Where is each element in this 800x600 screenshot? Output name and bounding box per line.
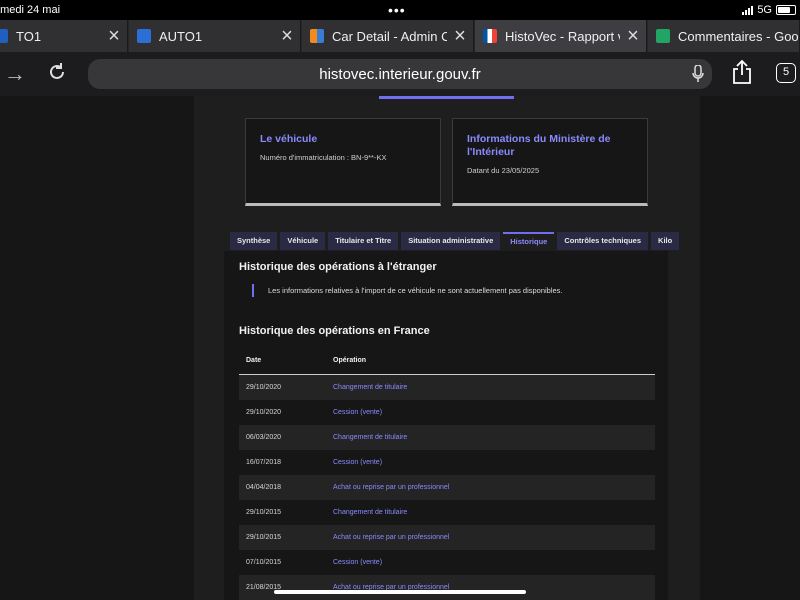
- browser-tab-title: Commentaires - Goog: [678, 28, 799, 44]
- status-indicators: 5G: [742, 4, 796, 16]
- table-row: 21/08/2015 Achat ou reprise par un profes…: [239, 575, 655, 600]
- favicon-icon: [656, 29, 670, 43]
- tab-synthese[interactable]: Synthèse: [230, 232, 278, 250]
- row-operation-link[interactable]: Cession (vente): [333, 459, 655, 466]
- status-bar: amedi 24 mai ••• 5G: [0, 0, 800, 20]
- row-date: 07/10/2015: [246, 559, 282, 566]
- row-operation-link[interactable]: Cession (vente): [333, 409, 655, 416]
- card-text: Numéro d'immatriculation : BN-9**-KX: [260, 153, 387, 162]
- row-operation-link[interactable]: Changement de titulaire: [333, 434, 655, 441]
- microphone-icon[interactable]: [692, 65, 704, 82]
- foreign-history-notice: Les informations relatives à l'import de…: [252, 284, 563, 297]
- operations-table: Date Opération 29/10/2020 Changement de t…: [239, 346, 655, 600]
- favicon-icon: [0, 29, 8, 43]
- report-tabs: Synthèse Véhicule Titulaire et Titre Sit…: [230, 232, 706, 250]
- row-operation-link[interactable]: Changement de titulaire: [333, 384, 655, 391]
- row-date: 29/10/2015: [246, 534, 282, 541]
- tab-controles-techniques[interactable]: Contrôles techniques: [557, 232, 649, 250]
- card-text: Datant du 23/05/2025: [467, 166, 540, 175]
- vehicle-card: Le véhicule Numéro d'immatriculation : B…: [245, 118, 441, 206]
- tab-historique[interactable]: Historique: [503, 232, 555, 250]
- ministry-card: Informations du Ministère de l'Intérieur…: [452, 118, 648, 206]
- home-indicator[interactable]: [274, 590, 526, 594]
- card-title: Informations du Ministère de l'Intérieur: [467, 133, 611, 158]
- close-tab-icon[interactable]: ×: [274, 20, 300, 52]
- table-row: 29/10/2015 Achat ou reprise par un profes…: [239, 525, 655, 550]
- foreign-history-title: Historique des opérations à l'étranger: [239, 261, 437, 273]
- favicon-icon: [137, 29, 151, 43]
- table-row: 29/10/2020 Cession (vente): [239, 400, 655, 425]
- row-date: 06/03/2020: [246, 434, 282, 441]
- browser-tab-title: HistoVec - Rapport ve: [505, 28, 620, 44]
- table-row: 29/10/2015 Changement de titulaire: [239, 500, 655, 525]
- browser-tab-auto1[interactable]: AUTO1 ×: [129, 20, 301, 52]
- table-row: 06/03/2020 Changement de titulaire: [239, 425, 655, 450]
- tab-kilometrage[interactable]: Kilo: [651, 232, 680, 250]
- close-tab-icon[interactable]: ×: [101, 20, 127, 52]
- reload-icon[interactable]: [46, 61, 68, 89]
- table-body: 29/10/2020 Changement de titulaire 29/10/…: [239, 375, 655, 600]
- url-text: histovec.interieur.gouv.fr: [319, 66, 481, 83]
- browser-tab-title: Car Detail - Admin Cen: [332, 28, 447, 44]
- row-date: 29/10/2020: [246, 384, 282, 391]
- network-type: 5G: [757, 4, 772, 16]
- tab-vehicule[interactable]: Véhicule: [280, 232, 326, 250]
- card-title: Le véhicule: [260, 133, 318, 145]
- browser-tab-title: AUTO1: [159, 28, 203, 44]
- page-content: Le véhicule Numéro d'immatriculation : B…: [194, 96, 700, 600]
- tab-count-button[interactable]: 5: [776, 63, 796, 83]
- browser-tab-histovec[interactable]: HistoVec - Rapport ve ×: [475, 20, 647, 52]
- favicon-icon: [483, 29, 497, 43]
- table-header: Date Opération: [239, 346, 655, 375]
- france-history-title: Historique des opérations en France: [239, 325, 430, 337]
- forward-arrow-icon[interactable]: →: [4, 61, 26, 87]
- favicon-icon: [310, 29, 324, 43]
- row-date: 16/07/2018: [246, 459, 282, 466]
- battery-icon: [776, 5, 796, 15]
- column-header-date: Date: [246, 356, 262, 364]
- table-row: 16/07/2018 Cession (vente): [239, 450, 655, 475]
- column-header-operation: Opération: [333, 356, 367, 364]
- multitasking-dots[interactable]: •••: [388, 2, 406, 18]
- row-date: 04/04/2018: [246, 484, 282, 491]
- historique-panel: Historique des opérations à l'étranger L…: [224, 251, 668, 600]
- signal-icon: [742, 5, 754, 15]
- toolbar: → histovec.interieur.gouv.fr: [0, 52, 800, 96]
- table-row: 04/04/2018 Achat ou reprise par un profes…: [239, 475, 655, 500]
- row-operation-link[interactable]: Achat ou reprise par un professionnel: [333, 484, 655, 491]
- row-operation-link[interactable]: Changement de titulaire: [333, 509, 655, 516]
- row-date: 29/10/2020: [246, 409, 282, 416]
- browser-tab-bar: TO1 × AUTO1 × Car Detail - Admin Cen × H…: [0, 20, 800, 52]
- browser-tab-commentaires[interactable]: Commentaires - Goog: [648, 20, 800, 52]
- row-operation-link[interactable]: Achat ou reprise par un professionnel: [333, 534, 655, 541]
- row-operation-link[interactable]: Cession (vente): [333, 559, 655, 566]
- share-icon[interactable]: [732, 60, 752, 84]
- tab-titulaire[interactable]: Titulaire et Titre: [328, 232, 399, 250]
- browser-tab-auto1-partial[interactable]: TO1 ×: [0, 20, 128, 52]
- address-bar[interactable]: histovec.interieur.gouv.fr: [88, 59, 712, 89]
- tab-situation-administrative[interactable]: Situation administrative: [401, 232, 501, 250]
- close-tab-icon[interactable]: ×: [447, 20, 473, 52]
- browser-tab-title: TO1: [16, 28, 42, 44]
- close-tab-icon[interactable]: ×: [620, 20, 646, 52]
- top-accent-line: [379, 96, 514, 99]
- browser-tab-car-detail[interactable]: Car Detail - Admin Cen ×: [302, 20, 474, 52]
- table-row: 07/10/2015 Cession (vente): [239, 550, 655, 575]
- row-date: 29/10/2015: [246, 509, 282, 516]
- status-time: amedi 24 mai: [0, 4, 61, 16]
- table-row: 29/10/2020 Changement de titulaire: [239, 375, 655, 400]
